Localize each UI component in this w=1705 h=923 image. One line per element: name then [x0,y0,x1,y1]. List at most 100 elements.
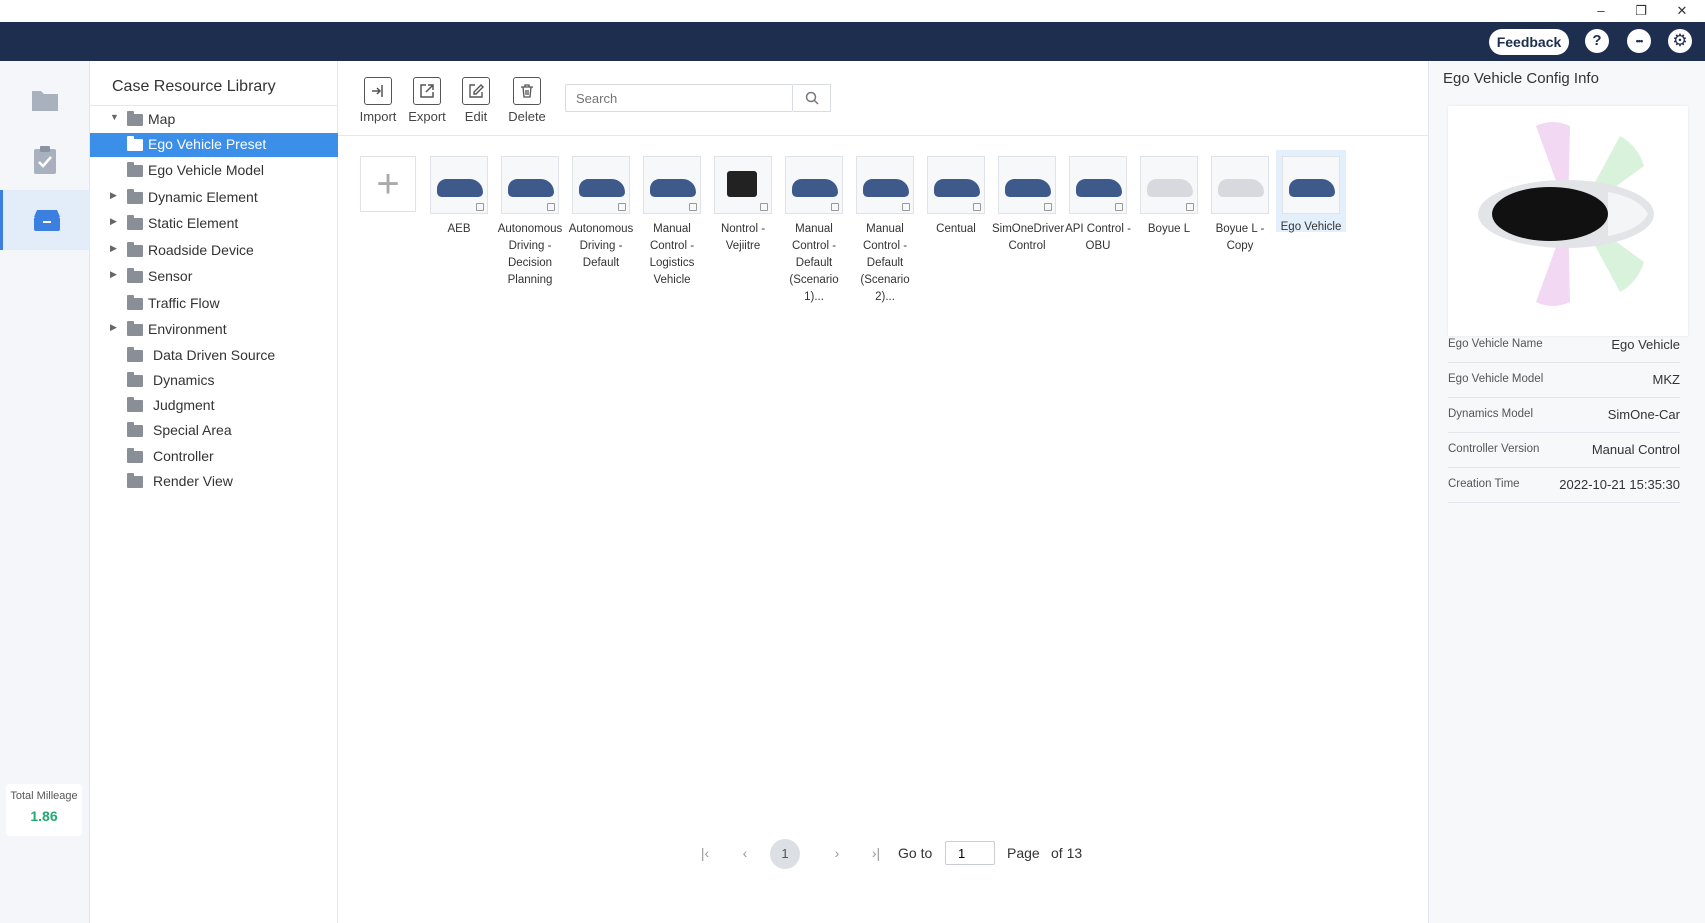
tree-item-traffic-flow[interactable]: Traffic Flow [90,292,338,316]
vehicle-thumbnail [501,156,559,214]
vehicle-label: AEB [447,223,471,235]
vehicle-card[interactable]: SimOneDriver Control [992,156,1064,255]
vehicle-thumbnail [430,156,488,214]
vehicle-thumbnail [572,156,630,214]
tree-item-label: Static Element [148,215,239,231]
info-value: Ego Vehicle [1611,337,1680,352]
vehicle-card[interactable]: Manual Control - Default (Scenario 2)... [850,156,920,306]
rail-resources[interactable] [0,190,90,250]
folder-icon [127,136,143,151]
divider [338,135,1428,136]
vehicle-card[interactable]: Centual [921,156,991,238]
vehicle-card[interactable]: Boyue L - Copy [1205,156,1275,255]
vehicle-label: Autonomous Driving - Default [568,223,634,269]
expand-arrow-icon[interactable]: ▶ [110,322,117,333]
more-icon[interactable]: ••• [1627,29,1651,53]
tree-item-roadside-device[interactable]: ▶ Roadside Device [90,239,338,263]
close-button[interactable]: ✕ [1671,2,1693,20]
vehicle-card[interactable]: Nontrol - Vejiitre [708,156,778,255]
total-mileage-value: 1.86 [30,808,58,824]
vehicle-thumbnail [998,156,1056,214]
help-icon[interactable]: ? [1585,29,1609,53]
rail-cases[interactable] [0,70,90,130]
edit-label: Edit [464,109,488,124]
next-page-button[interactable]: › [825,841,849,865]
edit-button[interactable]: Edit [451,77,501,124]
tree-item-label: Render View [153,473,233,489]
import-button[interactable]: Import [353,77,403,124]
add-vehicle-button[interactable]: + [360,156,416,212]
total-mileage-label: Total Milleage [10,790,78,802]
search-button[interactable] [793,84,831,112]
tree-item-label: Map [148,111,176,127]
feedback-button[interactable]: Feedback [1489,29,1569,55]
vehicle-card[interactable]: AEB [424,156,494,238]
minimize-button[interactable]: – [1590,2,1612,20]
info-key: Dynamics Model [1448,408,1533,420]
tree-item-data-driven-source[interactable]: Data Driven Source [90,344,338,368]
lock-icon [902,203,910,211]
info-key: Creation Time [1448,478,1520,490]
tree-item-ego-vehicle-preset[interactable]: Ego Vehicle Preset [90,133,338,157]
lock-icon [689,203,697,211]
expand-arrow-icon[interactable]: ▶ [110,216,117,227]
tree-item-map[interactable]: ▼ Map [90,108,338,132]
expand-arrow-icon[interactable]: ▶ [110,243,117,254]
pagination: |‹ ‹ 1 › ›| Go to Page of 13 [338,837,1428,869]
vehicle-card[interactable]: API Control - OBU [1063,156,1133,255]
folder-icon [127,295,143,310]
tree-item-label: Dynamics [153,372,215,388]
prev-page-button[interactable]: ‹ [733,841,757,865]
tree-item-dynamic-element[interactable]: ▶ Dynamic Element [90,186,338,210]
trash-icon [513,77,541,105]
vehicle-card[interactable]: Manual Control - Logistics Vehicle [637,156,707,289]
restore-button[interactable]: ❐ [1630,2,1652,20]
tree-item-render-view[interactable]: Render View [90,470,338,494]
vehicle-label: Ego Vehicle [1280,221,1342,233]
goto-label: Go to [898,845,933,861]
folder-icon [127,111,143,126]
vehicle-card[interactable]: Manual Control - Default (Scenario 1)... [779,156,849,306]
info-value: Manual Control [1591,442,1680,457]
expand-arrow-icon[interactable]: ▼ [110,112,119,122]
vehicle-card[interactable]: Autonomous Driving - Default [566,156,636,272]
tree-item-judgment[interactable]: Judgment [90,394,338,418]
vehicle-thumbnail [785,156,843,214]
lock-icon [760,203,768,211]
expand-arrow-icon[interactable]: ▶ [110,269,117,280]
search-input[interactable] [565,84,793,112]
lock-icon [1115,203,1123,211]
app-header: Feedback ? ••• ⚙ [0,22,1705,61]
vehicle-thumbnail [1069,156,1127,214]
goto-page-input[interactable] [945,841,995,865]
first-page-button[interactable]: |‹ [693,841,717,865]
delete-button[interactable]: Delete [502,77,552,124]
vehicle-label: Boyue L [1147,223,1191,235]
vehicle-label: Manual Control - Default (Scenario 1)... [789,223,839,303]
current-page[interactable]: 1 [770,839,800,869]
delete-label: Delete [508,109,546,124]
tree-item-ego-vehicle-model[interactable]: Ego Vehicle Model [90,159,338,183]
lock-icon [1186,203,1194,211]
export-label: Export [408,109,446,124]
vehicle-card[interactable]: Autonomous Driving - Decision Planning [495,156,565,289]
last-page-button[interactable]: ›| [864,841,888,865]
vehicle-label: Manual Control - Default (Scenario 2)... [860,223,910,303]
tree-item-sensor[interactable]: ▶ Sensor [90,265,338,289]
tree-item-controller[interactable]: Controller [90,445,338,469]
tree-item-special-area[interactable]: Special Area [90,419,338,443]
tree-item-static-element[interactable]: ▶ Static Element [90,212,338,236]
lock-icon [476,203,484,211]
rail-tasks[interactable] [0,130,90,190]
tree-item-label: Traffic Flow [148,295,220,311]
vehicle-card-selected[interactable]: Ego Vehicle [1276,150,1346,233]
settings-icon[interactable]: ⚙ [1668,29,1692,53]
export-button[interactable]: Export [402,77,452,124]
vehicle-card[interactable]: Boyue L [1134,156,1204,238]
expand-arrow-icon[interactable]: ▶ [110,190,117,201]
lock-icon [618,203,626,211]
folder-icon [32,91,58,111]
info-key: Ego Vehicle Name [1448,338,1543,350]
tree-item-environment[interactable]: ▶ Environment [90,318,338,342]
tree-item-dynamics[interactable]: Dynamics [90,369,338,393]
